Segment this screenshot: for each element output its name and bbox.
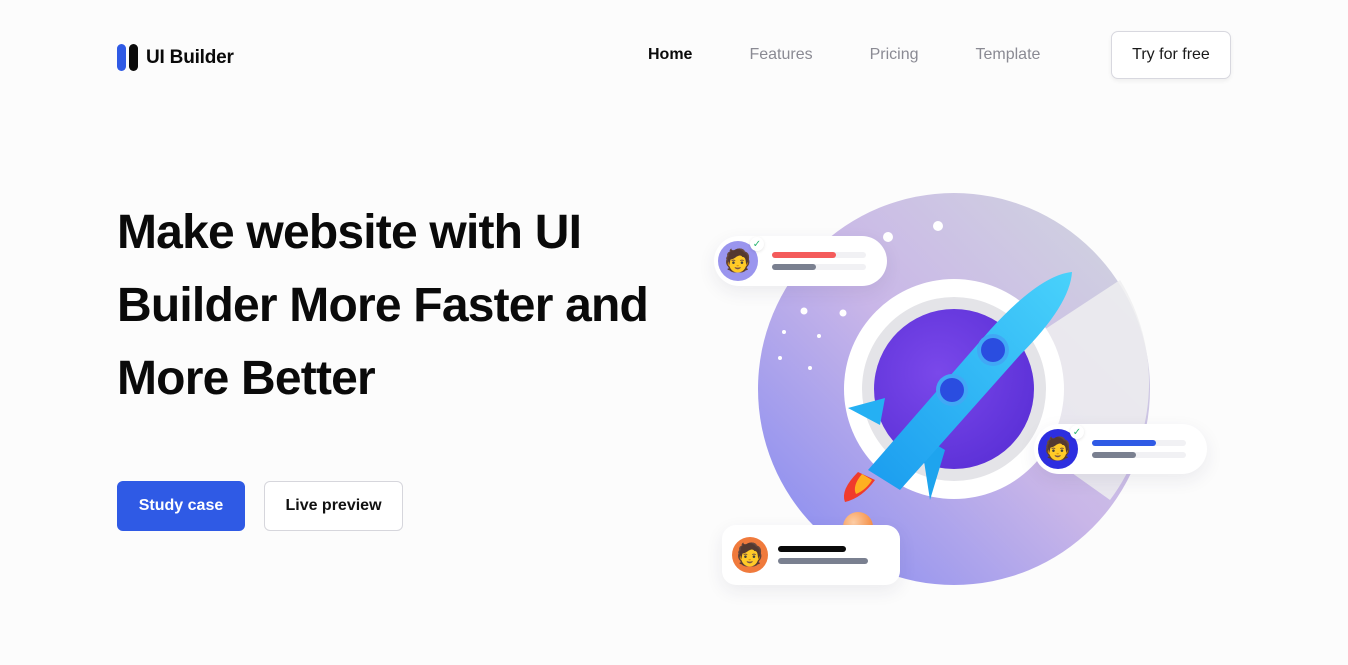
live-preview-button[interactable]: Live preview [264,481,403,531]
hero-title: Make website with UI Builder More Faster… [117,206,649,405]
user-card: 🧑 ✓ [1034,424,1207,474]
study-case-button[interactable]: Study case [117,481,245,531]
logo-mark-icon [117,44,138,71]
brand-name: UI Builder [146,46,234,68]
main-nav: Home Features Pricing Template [648,46,1097,64]
check-icon: ✓ [1070,425,1084,439]
nav-pricing[interactable]: Pricing [870,46,919,64]
check-icon: ✓ [750,237,764,251]
memoji-glasses-icon: 🧑 ✓ [1038,425,1084,469]
memoji-man-icon: 🧑 ✓ [718,237,764,281]
nav-template[interactable]: Template [976,46,1041,64]
user-card: 🧑 ✓ [714,236,887,286]
nav-features[interactable]: Features [749,46,812,64]
user-card: 🧑 [722,525,900,585]
logo[interactable]: UI Builder [117,44,234,71]
memoji-surprised-icon: 🧑 [732,537,768,573]
try-for-free-button[interactable]: Try for free [1111,31,1231,79]
hero-illustration: 🧑 ✓ 🧑 ✓ 🧑 [690,180,1230,600]
nav-home[interactable]: Home [648,46,692,64]
